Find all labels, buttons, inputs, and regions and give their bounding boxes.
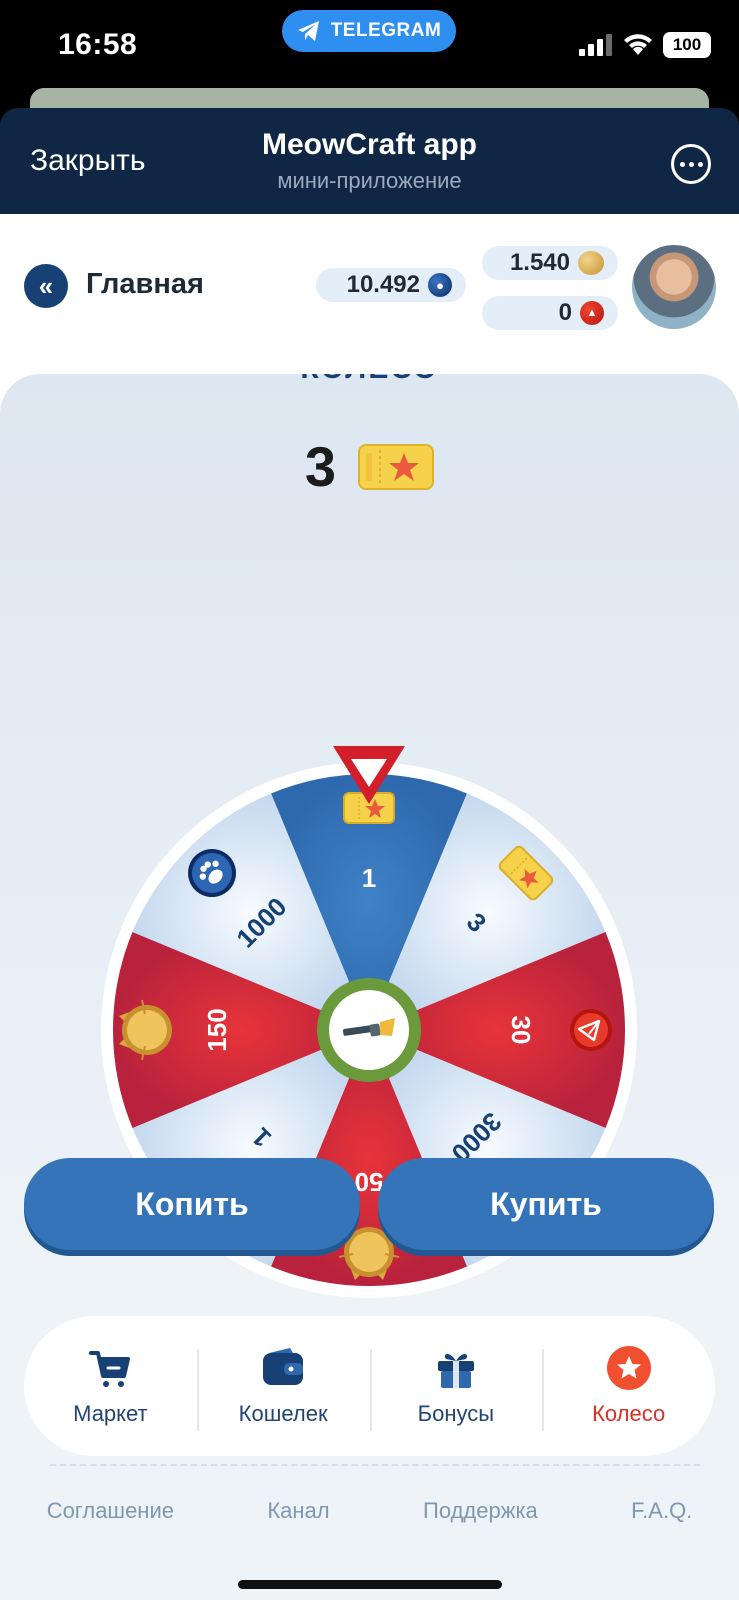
footer-divider — [50, 1464, 700, 1466]
bottom-area: Маркет Кошелек Бонусы Колесо Соглашение … — [0, 1304, 739, 1600]
footer-link-agreement[interactable]: Соглашение — [47, 1498, 174, 1524]
paw-coin-icon: ● — [428, 273, 452, 297]
dot-icon — [679, 161, 685, 167]
dot-icon — [697, 161, 703, 167]
nav-item-wallet[interactable]: Кошелек — [196, 1345, 370, 1431]
nav-label-wheel: Колесо — [592, 1401, 666, 1426]
top-row: « Главная 10.492 ● 1.540 0 ▲ — [0, 214, 739, 364]
wheel-star-icon — [606, 1346, 651, 1390]
app-title: MeowCraft app — [261, 128, 477, 161]
footer-links: Соглашение Канал Поддержка F.A.Q. — [0, 1498, 739, 1524]
wifi-icon — [624, 34, 652, 55]
telegram-icon — [297, 21, 319, 41]
save-button[interactable]: Копить — [24, 1158, 360, 1250]
app-content: « Главная 10.492 ● 1.540 0 ▲ КОЛЕСО 3 — [0, 214, 739, 1600]
nav-label-wallet: Кошелек — [238, 1401, 328, 1426]
battery-icon: 100 — [663, 32, 711, 58]
paws-balance-value: 10.492 — [346, 271, 420, 298]
wheel-segment-label: 1 — [362, 863, 376, 893]
wheel-segment-label: 30 — [506, 1016, 536, 1045]
telegram-label: TELEGRAM — [330, 20, 442, 41]
nav-item-wheel[interactable]: Колесо — [542, 1345, 715, 1431]
tron-icon: ▲ — [580, 301, 604, 325]
cat-coin-icon — [578, 251, 604, 275]
paws-balance[interactable]: 10.492 ● — [316, 268, 466, 302]
more-options-button[interactable] — [671, 144, 711, 184]
app-subtitle: мини-приложение — [277, 168, 462, 193]
back-button[interactable]: « — [24, 264, 68, 308]
wallet-icon — [263, 1348, 304, 1385]
home-indicator — [238, 1580, 502, 1589]
nav-label-market: Маркет — [73, 1401, 148, 1426]
tron-balance[interactable]: 0 ▲ — [482, 296, 618, 330]
status-icons: 100 — [579, 32, 711, 58]
signal-icon — [579, 34, 612, 56]
dot-icon — [688, 161, 694, 167]
telegram-header: Закрыть MeowCraft app мини-приложение — [0, 108, 739, 214]
nav-item-bonuses[interactable]: Бонусы — [369, 1345, 543, 1431]
footer-link-support[interactable]: Поддержка — [423, 1498, 538, 1524]
nav-item-market[interactable]: Маркет — [24, 1345, 197, 1427]
telegram-pill[interactable]: TELEGRAM — [282, 10, 456, 52]
gift-icon — [437, 1354, 474, 1388]
wheel-segment-label: 150 — [202, 1008, 232, 1051]
bottom-navigation: Маркет Кошелек Бонусы Колесо — [24, 1316, 715, 1456]
status-time: 16:58 — [58, 28, 138, 61]
page-title: Главная — [86, 268, 204, 300]
footer-link-channel[interactable]: Канал — [267, 1498, 329, 1524]
cart-icon — [89, 1351, 131, 1387]
coins-balance[interactable]: 1.540 — [482, 246, 618, 280]
coins-balance-value: 1.540 — [509, 249, 570, 276]
nav-label-bonuses: Бонусы — [417, 1401, 495, 1426]
tron-balance-value: 0 — [558, 299, 572, 326]
buy-button[interactable]: Купить — [378, 1158, 714, 1250]
status-bar: 16:58 TELEGRAM 100 — [0, 0, 739, 90]
avatar[interactable] — [632, 245, 716, 329]
double-chevron-left-icon: « — [38, 270, 54, 301]
tron-icon — [570, 1009, 612, 1051]
footer-link-faq[interactable]: F.A.Q. — [631, 1498, 692, 1524]
